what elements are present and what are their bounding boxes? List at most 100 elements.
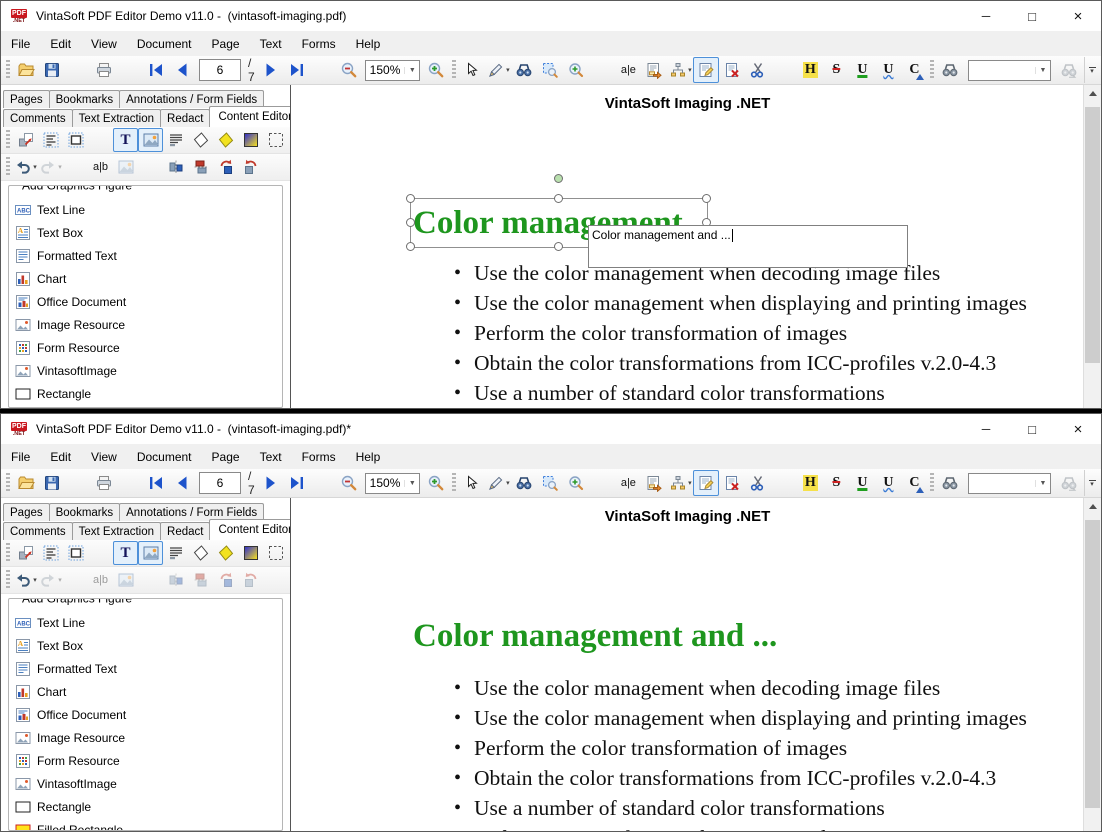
content-editor-button[interactable] [693, 470, 719, 496]
menu-item-page[interactable]: Page [202, 31, 250, 56]
-button[interactable] [589, 470, 615, 496]
inline-text-editor[interactable]: Color management and ... [588, 225, 908, 268]
figure-item-image-resource[interactable]: Image Resource [13, 313, 278, 336]
print-button[interactable] [91, 57, 117, 83]
close-button[interactable]: × [1055, 414, 1101, 444]
page-number-input[interactable] [199, 472, 241, 494]
figure-item-image-resource[interactable]: Image Resource [13, 726, 278, 749]
binoculars-button[interactable] [511, 470, 537, 496]
text-tool-button[interactable]: T [113, 128, 138, 152]
toolbar-grip[interactable] [6, 473, 10, 493]
-button[interactable] [88, 541, 113, 565]
scroll-thumb[interactable] [1085, 107, 1100, 363]
zoom-in-button[interactable] [423, 470, 449, 496]
cut-button[interactable] [745, 470, 771, 496]
first-page-button[interactable] [143, 57, 169, 83]
-button[interactable] [771, 470, 797, 496]
figure-item-formatted-text[interactable]: Formatted Text [13, 657, 278, 680]
open-folder-button[interactable] [13, 470, 39, 496]
diamond-filled-button[interactable] [213, 128, 238, 152]
open-folder-button[interactable] [13, 57, 39, 83]
strikeout-button[interactable]: S [823, 57, 849, 83]
figure-item-vintasoftimage[interactable]: VintasoftImage [13, 772, 278, 795]
underline-button[interactable]: U [849, 57, 875, 83]
menu-item-edit[interactable]: Edit [40, 31, 81, 56]
-button[interactable] [65, 57, 91, 83]
diamond-outline-button[interactable] [188, 541, 213, 565]
toolbar-grip[interactable] [930, 473, 934, 493]
pen-button[interactable]: ▾ [485, 57, 511, 83]
-button[interactable] [117, 470, 143, 496]
figure-item-form-resource[interactable]: Form Resource [13, 336, 278, 359]
-button[interactable] [138, 568, 163, 592]
-button[interactable] [263, 155, 288, 179]
resize-handle[interactable] [406, 242, 415, 251]
text-caret-button[interactable]: C [901, 470, 927, 496]
squiggly-button[interactable]: U [875, 57, 901, 83]
align-vertical-button[interactable] [163, 155, 188, 179]
-button[interactable] [263, 568, 288, 592]
-button[interactable] [310, 57, 336, 83]
dashed-rect-button[interactable] [263, 541, 288, 565]
pen-button[interactable]: ▾ [485, 470, 511, 496]
scroll-up-arrow[interactable] [1084, 498, 1101, 515]
text-format-button[interactable] [38, 541, 63, 565]
squiggly-button[interactable]: U [875, 470, 901, 496]
rotate-ccw-button[interactable] [238, 155, 263, 179]
text-format-button[interactable] [38, 128, 63, 152]
text-extract-button[interactable] [641, 470, 667, 496]
text-select-button[interactable]: a|e [615, 470, 641, 496]
last-page-button[interactable] [284, 470, 310, 496]
menu-item-document[interactable]: Document [127, 444, 202, 469]
save-button[interactable] [39, 470, 65, 496]
figure-item-form-resource[interactable]: Form Resource [13, 749, 278, 772]
menu-item-file[interactable]: File [1, 444, 40, 469]
zoom-level-combo[interactable]: 150%▼ [365, 60, 421, 81]
structure-tree-button[interactable]: ▾ [667, 470, 693, 496]
-button[interactable] [63, 155, 88, 179]
toolbar-overflow-button[interactable]: ▾ [1084, 470, 1099, 496]
toolbar-grip[interactable] [452, 60, 456, 80]
figure-item-rectangle[interactable]: Rectangle [13, 382, 278, 405]
undo-button[interactable]: ▾ [13, 155, 38, 179]
doc-heading[interactable]: Color management and ... [413, 616, 777, 656]
figure-item-text-box[interactable]: AText Box [13, 634, 278, 657]
find-button[interactable] [937, 470, 963, 496]
rename-button[interactable]: a|b [88, 155, 113, 179]
-button[interactable] [771, 57, 797, 83]
prev-page-button[interactable] [169, 57, 195, 83]
menu-item-text[interactable]: Text [250, 31, 292, 56]
toolbar-grip[interactable] [930, 60, 934, 80]
-button[interactable] [65, 470, 91, 496]
highlight-button[interactable]: H [797, 470, 823, 496]
zoom-out-button[interactable] [336, 57, 362, 83]
cursor-button[interactable] [459, 470, 485, 496]
structure-tree-button[interactable]: ▾ [667, 57, 693, 83]
resize-handle[interactable] [406, 194, 415, 203]
strikeout-button[interactable]: S [823, 470, 849, 496]
resize-handle[interactable] [406, 218, 415, 227]
tab-bookmarks[interactable]: Bookmarks [49, 90, 121, 108]
vertical-scrollbar[interactable] [1083, 498, 1101, 831]
menu-item-edit[interactable]: Edit [40, 444, 81, 469]
underline-button[interactable]: U [849, 470, 875, 496]
figure-item-text-box[interactable]: AText Box [13, 221, 278, 244]
maximize-button[interactable]: □ [1009, 414, 1055, 444]
toolbar-overflow-button[interactable]: ▾ [1084, 57, 1099, 83]
tab-text-extraction[interactable]: Text Extraction [72, 522, 161, 540]
tab-pages[interactable]: Pages [3, 90, 50, 108]
zoom-dynamic-button[interactable] [563, 470, 589, 496]
text-extract-button[interactable] [641, 57, 667, 83]
cut-button[interactable] [745, 57, 771, 83]
highlight-button[interactable]: H [797, 57, 823, 83]
tab-bookmarks[interactable]: Bookmarks [49, 503, 121, 521]
toolbar-grip[interactable] [6, 543, 10, 563]
figure-item-rectangle[interactable]: Rectangle [13, 795, 278, 818]
text-tool-button[interactable]: T [113, 541, 138, 565]
figure-item-chart[interactable]: Chart [13, 680, 278, 703]
save-button[interactable] [39, 57, 65, 83]
paragraph-button[interactable] [163, 128, 188, 152]
rotate-handle[interactable] [554, 174, 563, 183]
zoom-in-button[interactable] [423, 57, 449, 83]
-button[interactable] [88, 128, 113, 152]
